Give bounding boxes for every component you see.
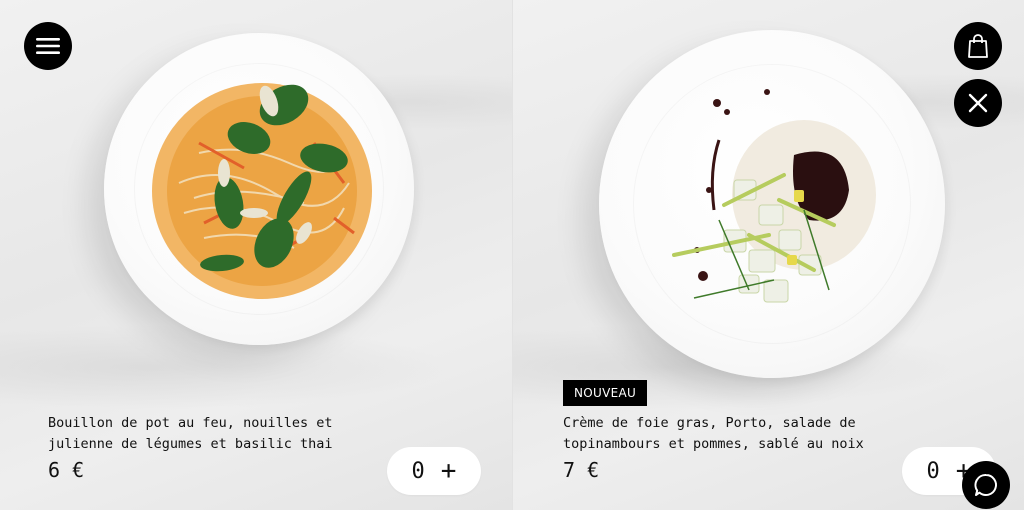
shopping-bag-icon bbox=[968, 34, 988, 58]
bouillon-food-illustration bbox=[152, 83, 372, 299]
cart-button[interactable] bbox=[954, 22, 1002, 70]
product-card-2[interactable]: NOUVEAU Crème de foie gras, Porto, salad… bbox=[512, 0, 1024, 510]
description-line-2: topinambours et pommes, sablé au noix bbox=[563, 436, 864, 452]
product-description: Bouillon de pot au feu, nouilles et juli… bbox=[48, 413, 378, 455]
product-price: 6 € bbox=[48, 458, 85, 482]
description-line-1: Crème de foie gras, Porto, salade de bbox=[563, 415, 856, 431]
product-card-1[interactable]: Bouillon de pot au feu, nouilles et juli… bbox=[0, 0, 512, 510]
quantity-value: 0 bbox=[411, 458, 425, 484]
description-line-2: julienne de légumes et basilic thai bbox=[48, 436, 333, 452]
menu-button[interactable] bbox=[24, 22, 72, 70]
close-icon bbox=[968, 93, 988, 113]
chat-icon bbox=[974, 474, 997, 496]
close-button[interactable] bbox=[954, 79, 1002, 127]
quantity-stepper[interactable]: 0 + bbox=[387, 447, 481, 495]
product-price: 7 € bbox=[563, 458, 600, 482]
dish-image-foie-gras[interactable] bbox=[599, 30, 945, 378]
plus-icon[interactable]: + bbox=[441, 458, 457, 484]
menu-icon bbox=[36, 38, 60, 54]
chat-button[interactable] bbox=[962, 461, 1010, 509]
new-badge: NOUVEAU bbox=[563, 380, 648, 406]
description-line-1: Bouillon de pot au feu, nouilles et bbox=[48, 415, 333, 431]
dish-image-bouillon[interactable] bbox=[104, 33, 414, 345]
foie-gras-food-illustration bbox=[672, 89, 876, 303]
quantity-value: 0 bbox=[926, 458, 940, 484]
product-description: Crème de foie gras, Porto, salade de top… bbox=[563, 413, 893, 455]
